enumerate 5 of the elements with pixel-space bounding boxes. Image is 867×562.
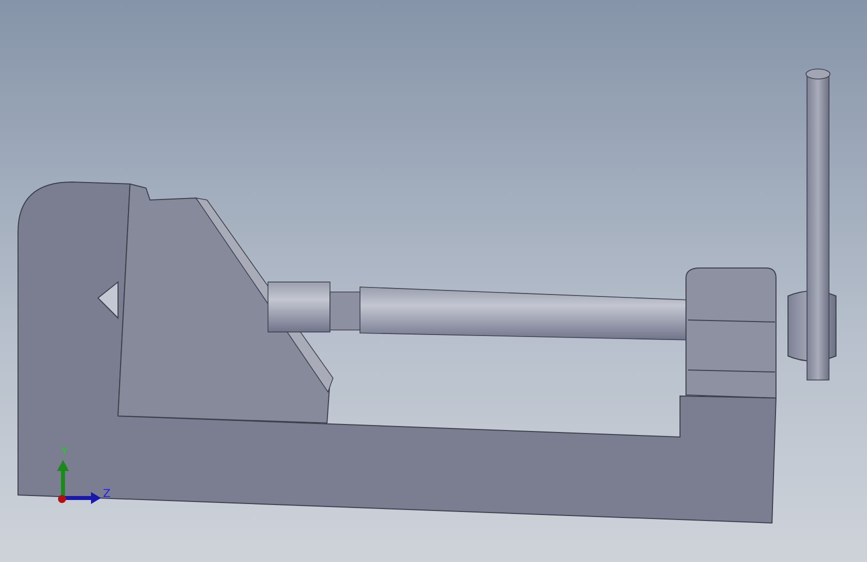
y-axis-label: Y [61,445,68,458]
y-axis-arrow [57,460,69,496]
z-axis-arrow [63,492,101,504]
z-axis-label: Z [103,487,111,500]
origin-dot [58,495,66,503]
